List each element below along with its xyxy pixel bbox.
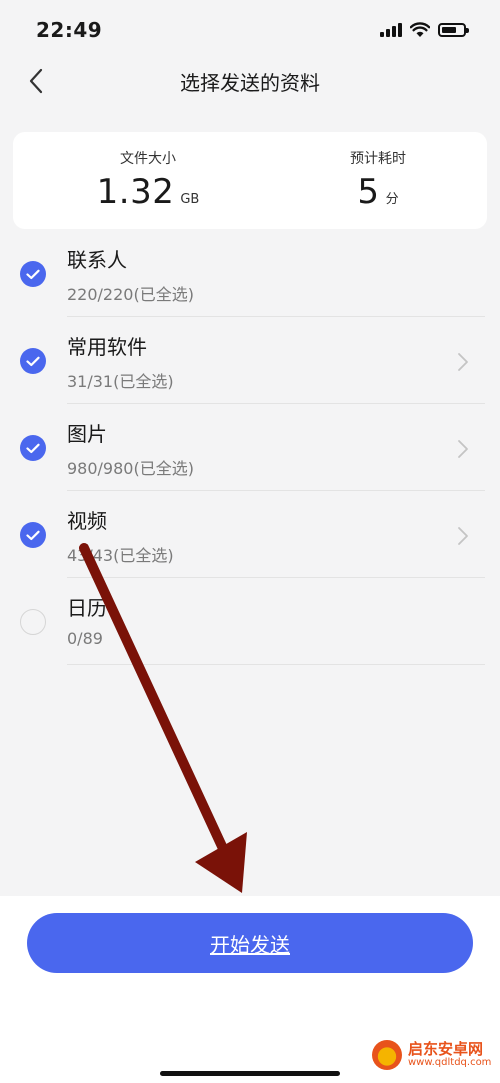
item-count: 0/89 [67,629,103,648]
checkbox[interactable] [20,435,46,461]
file-size-summary: 文件大小 1.32 GB [33,132,263,212]
list-item-photos[interactable]: 图片 980/980(已全选) [0,404,500,491]
estimated-time-summary: 预计耗时 5 分 [263,132,493,212]
header: 选择发送的资料 [0,55,500,107]
status-icons [380,22,469,38]
chevron-right-icon[interactable] [456,351,470,373]
status-bar: 22:49 [0,0,500,60]
file-size-value: 1.32 [96,172,175,212]
chevron-right-icon[interactable] [456,525,470,547]
watermark-logo-icon [372,1040,402,1070]
checkbox[interactable] [20,609,46,635]
estimated-time-unit: 分 [385,192,399,207]
item-name: 联系人 [67,248,127,272]
item-count: 31/31(已全选) [67,372,174,391]
item-count: 980/980(已全选) [67,459,194,478]
list-item-apps[interactable]: 常用软件 31/31(已全选) [0,317,500,404]
item-name: 视频 [67,509,107,533]
item-name: 常用软件 [67,335,147,359]
battery-icon [438,23,469,37]
file-size-label: 文件大小 [120,151,176,167]
checkbox[interactable] [20,348,46,374]
checkmark-icon [26,269,40,279]
list-item-contacts[interactable]: 联系人 220/220(已全选) [0,230,500,317]
chevron-left-icon [29,68,43,94]
list-item-videos[interactable]: 视频 43/43(已全选) [0,491,500,578]
category-list: 联系人 220/220(已全选) 常用软件 31/31(已全选) 图片 980/… [0,230,500,665]
checkmark-icon [26,356,40,366]
status-time: 22:49 [36,18,103,42]
file-size-unit: GB [180,192,200,207]
item-name: 图片 [67,422,107,446]
watermark-title: 启东安卓网 [408,1039,484,1058]
page-title: 选择发送的资料 [180,70,320,95]
item-name: 日历 [67,596,107,620]
checkmark-icon [26,530,40,540]
cellular-signal-icon [380,23,402,37]
watermark-url: www.qdltdq.com [408,1056,492,1068]
checkbox[interactable] [20,522,46,548]
chevron-right-icon[interactable] [456,438,470,460]
item-count: 43/43(已全选) [67,546,174,565]
checkbox[interactable] [20,261,46,287]
checkmark-icon [26,443,40,453]
divider [67,664,485,665]
home-indicator [160,1071,340,1076]
start-send-button[interactable]: 开始发送 [27,913,473,973]
site-watermark: 启东安卓网 www.qdltdq.com [372,1040,491,1070]
list-item-calendar[interactable]: 日历 0/89 [0,578,500,665]
item-count: 220/220(已全选) [67,285,194,304]
estimated-time-value: 5 [357,172,380,212]
back-button[interactable] [18,63,54,99]
estimated-time-label: 预计耗时 [350,151,406,167]
summary-card: 文件大小 1.32 GB 预计耗时 5 分 [13,132,487,229]
wifi-icon [410,22,430,37]
